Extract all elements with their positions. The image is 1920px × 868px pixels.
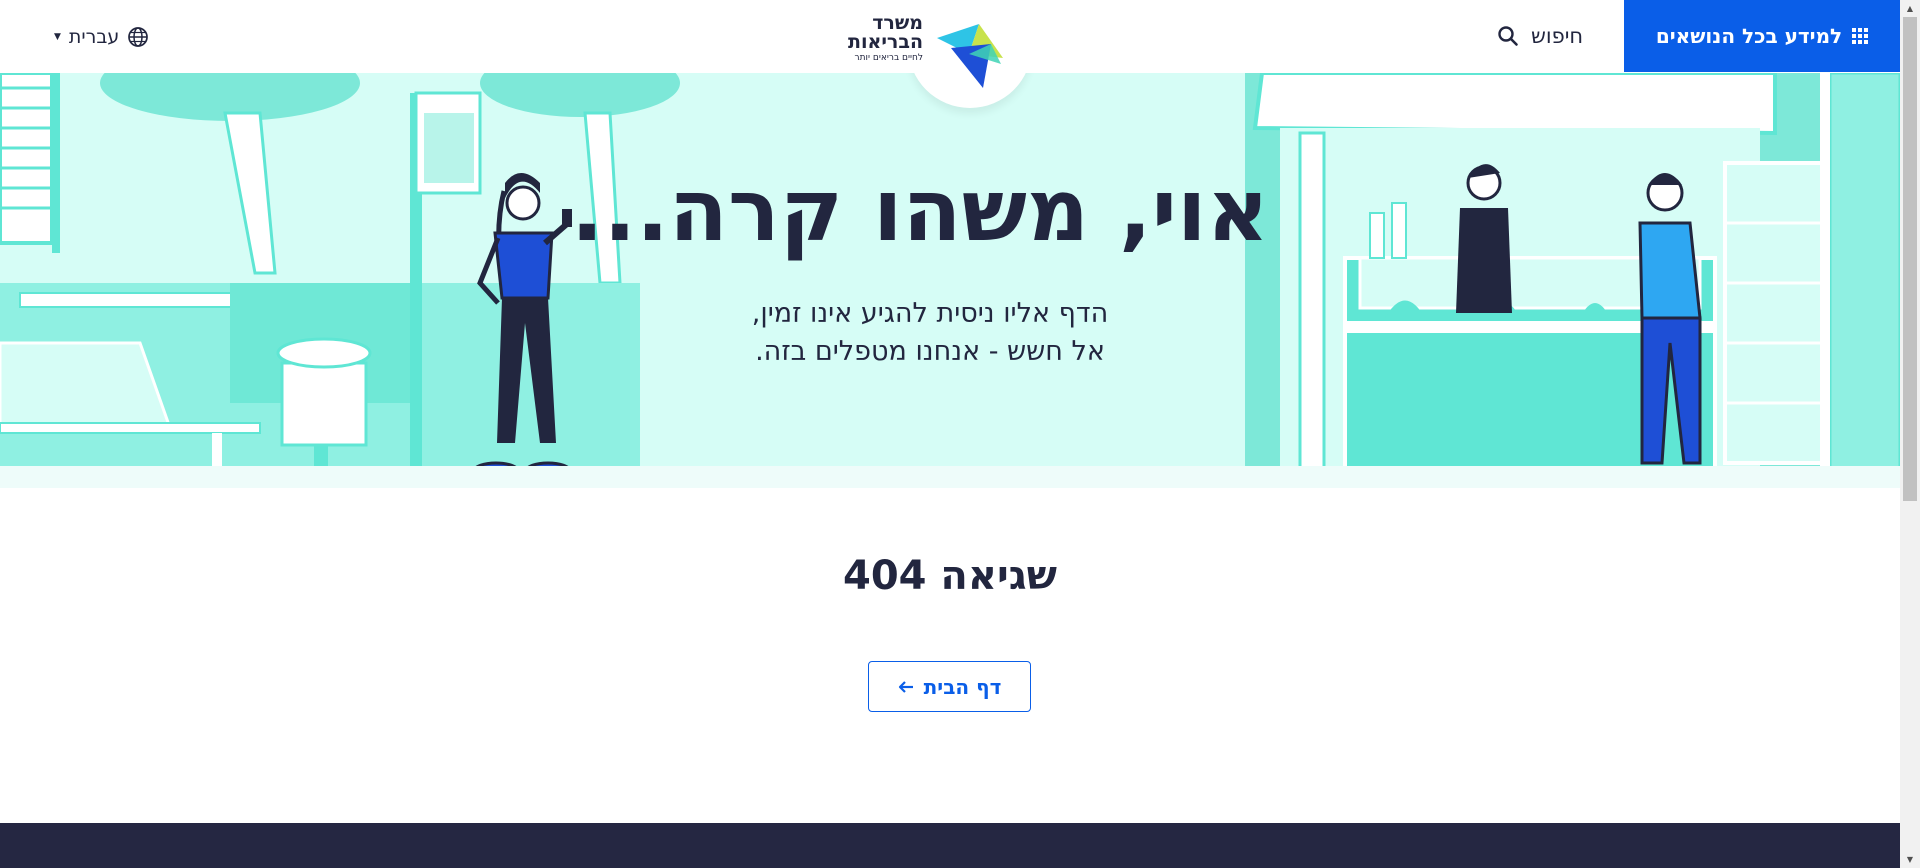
search-label: חיפוש bbox=[1531, 24, 1584, 48]
grid-icon bbox=[1852, 28, 1869, 44]
arrow-left-icon bbox=[898, 680, 913, 693]
globe-icon bbox=[128, 27, 149, 47]
logo-text: משרד הבריאות לחיים בריאים יותר bbox=[848, 14, 923, 63]
page-title: אוי, משהו קרה... bbox=[570, 161, 1270, 261]
logo-line-2: הבריאות bbox=[848, 31, 924, 53]
error-code-heading: שגיאה 404 bbox=[842, 553, 1057, 599]
home-button[interactable]: דף הבית bbox=[868, 661, 1031, 712]
caret-down-icon: ▼ bbox=[54, 32, 61, 42]
search-icon bbox=[1498, 26, 1518, 46]
vertical-scrollbar[interactable]: ▲ ▼ bbox=[1900, 0, 1920, 868]
hero-banner: אוי, משהו קרה... הדף אליו ניסית להגיע אי… bbox=[0, 73, 1900, 488]
language-label: עברית bbox=[68, 26, 120, 48]
ministry-emblem-icon bbox=[937, 24, 1004, 88]
home-button-label: דף הבית bbox=[923, 674, 1002, 699]
hero-ground bbox=[0, 466, 1900, 488]
street-illustration bbox=[0, 73, 1900, 481]
search-button[interactable]: חיפוש bbox=[1497, 20, 1583, 52]
scrollbar-thumb[interactable] bbox=[1903, 17, 1917, 501]
language-selector[interactable]: ▼ עברית bbox=[54, 24, 149, 50]
logo-tagline: לחיים בריאים יותר bbox=[854, 53, 924, 63]
all-topics-button[interactable]: למידע בכל הנושאים bbox=[1624, 0, 1900, 72]
subtitle-line-1: הדף אליו ניסית להגיע אינו זמין, bbox=[751, 298, 1109, 329]
subtitle-line-2: אל חשש - אנחנו מטפלים בזה. bbox=[755, 336, 1105, 367]
page-subtitle: הדף אליו ניסית להגיע אינו זמין, אל חשש -… bbox=[640, 295, 1220, 371]
site-footer bbox=[0, 823, 1900, 868]
all-topics-label: למידע בכל הנושאים bbox=[1655, 24, 1843, 48]
scroll-down-arrow-icon[interactable]: ▼ bbox=[1900, 851, 1920, 868]
ministry-logo[interactable]: משרד הבריאות לחיים בריאים יותר bbox=[848, 14, 1008, 88]
scroll-up-arrow-icon[interactable]: ▲ bbox=[1900, 0, 1920, 17]
